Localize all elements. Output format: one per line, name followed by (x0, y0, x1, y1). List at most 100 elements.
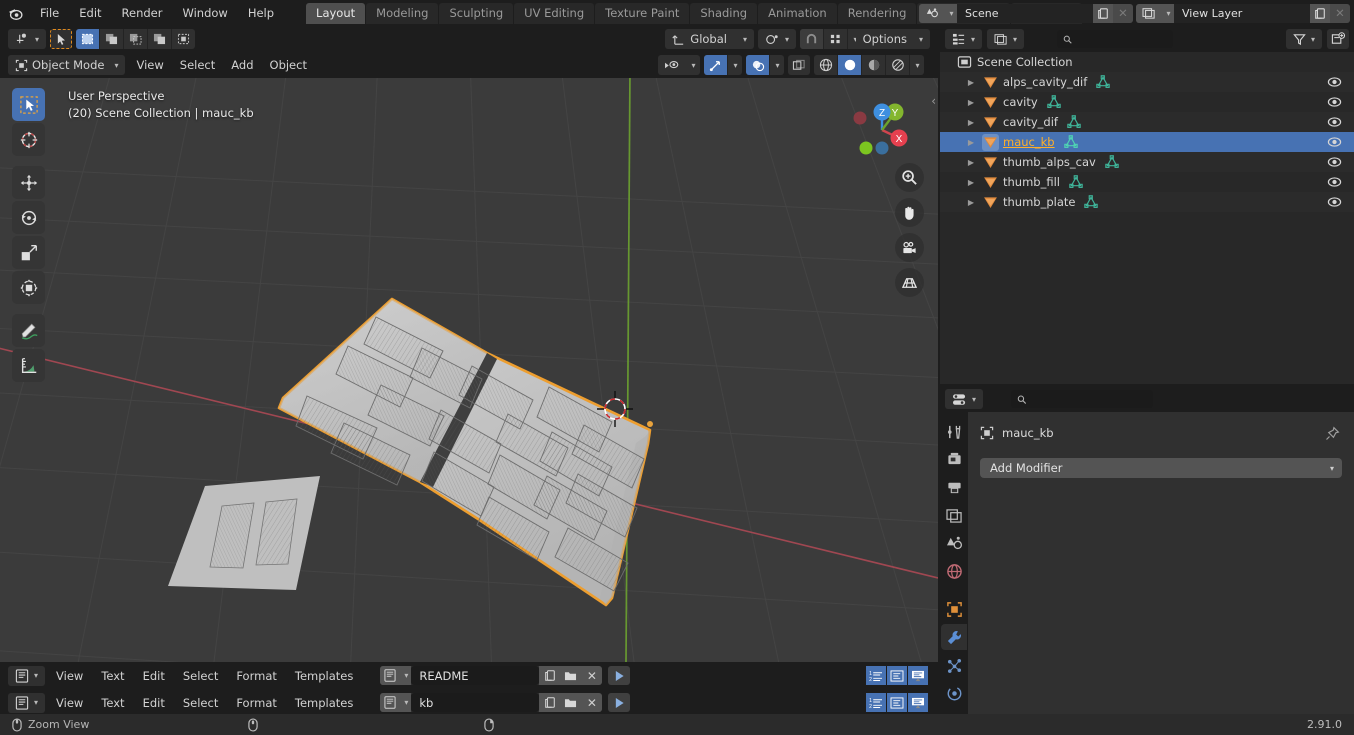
top-menu-edit[interactable]: Edit (69, 0, 111, 26)
text-filename-field-2[interactable]: kb (411, 693, 540, 712)
text-editor-1-menu-format[interactable]: Format (227, 666, 286, 686)
text-editor-2-menu-text[interactable]: Text (92, 693, 133, 713)
active-tool-icon[interactable]: ▾ (8, 29, 47, 49)
object-tab[interactable] (941, 596, 967, 622)
visibility-eye-icon[interactable] (1327, 116, 1342, 128)
shading-dropdown-chevron[interactable]: ▾ (910, 55, 924, 75)
move-tool[interactable] (12, 166, 45, 199)
workspace-tab-rendering[interactable]: Rendering (837, 2, 917, 24)
new-text-icon-2[interactable] (539, 693, 561, 712)
filter-funnel-icon[interactable]: ▾ (1286, 29, 1323, 49)
text-editor-2-menu-select[interactable]: Select (174, 693, 227, 713)
unlink-scene-button[interactable]: ✕ (1113, 3, 1133, 23)
visibility-dropdown-chevron[interactable]: ▾ (686, 55, 700, 75)
visibility-icon[interactable] (658, 55, 686, 75)
top-menu-help[interactable]: Help (238, 0, 284, 26)
snap-target-icon[interactable] (824, 29, 848, 49)
select-set-icon[interactable] (76, 29, 101, 49)
gizmo-group[interactable]: ▾ (704, 55, 742, 75)
snapping-group[interactable]: ▾ (800, 29, 862, 49)
text-editor-type-dropdown-1[interactable]: ▾ (8, 665, 46, 686)
expand-triangle-icon[interactable]: ▶ (964, 98, 978, 107)
transform-tool[interactable] (12, 271, 45, 304)
visibility-eye-icon[interactable] (1327, 196, 1342, 208)
text-editor-2-menu-templates[interactable]: Templates (286, 693, 362, 713)
measure-tool[interactable] (12, 349, 45, 382)
xray-icon[interactable] (788, 55, 810, 75)
text-editor-1-menu-select[interactable]: Select (174, 666, 227, 686)
unlink-text-icon-1[interactable]: ✕ (581, 666, 603, 685)
annotate-tool[interactable] (12, 314, 45, 347)
rotate-tool[interactable] (12, 201, 45, 234)
viewport-menu-select[interactable]: Select (173, 55, 222, 75)
open-text-icon-2[interactable] (560, 693, 582, 712)
new-text-icon-1[interactable] (539, 666, 561, 685)
top-menu-window[interactable]: Window (172, 0, 237, 26)
new-collection-icon[interactable] (1327, 29, 1350, 49)
mesh-data-icon[interactable] (1063, 134, 1079, 150)
line-numbers-icon-2[interactable]: 12 (866, 693, 886, 712)
modifier-tab[interactable] (941, 624, 967, 650)
pin-icon[interactable] (1325, 426, 1340, 441)
text-editor-1-menu-text[interactable]: Text (92, 666, 133, 686)
options-dropdown[interactable]: Options ▾ (855, 29, 930, 49)
outliner-search-input[interactable] (1057, 30, 1173, 48)
text-filename-field-1[interactable]: README (411, 666, 540, 685)
select-subtract-icon[interactable] (124, 29, 149, 49)
shading-rendered-icon[interactable] (886, 55, 910, 75)
scene-name-field[interactable]: Scene (957, 3, 1093, 23)
select-intersect-icon[interactable] (172, 29, 195, 49)
mesh-data-icon[interactable] (1104, 154, 1120, 170)
magnet-icon[interactable] (800, 29, 824, 49)
select-invert-icon[interactable] (148, 29, 173, 49)
render-tab[interactable] (941, 446, 967, 472)
scene-selector[interactable]: ▾ Scene ✕ (919, 3, 1133, 23)
new-scene-button[interactable] (1093, 3, 1113, 23)
scale-tool[interactable] (12, 236, 45, 269)
workspace-tab-layout[interactable]: Layout (306, 2, 366, 24)
workspace-tab-texture-paint[interactable]: Texture Paint (595, 2, 690, 24)
visibility-eye-icon[interactable] (1327, 176, 1342, 188)
workspace-tab-modeling[interactable]: Modeling (366, 2, 439, 24)
properties-search-field[interactable] (1031, 391, 1148, 407)
outliner-display-mode-dropdown[interactable]: ▾ (945, 29, 983, 49)
line-numbers-icon-1[interactable]: 12 (866, 666, 886, 685)
workspace-tab-sculpting[interactable]: Sculpting (439, 2, 514, 24)
outliner-search-field[interactable] (1077, 31, 1167, 47)
select-mode-group[interactable] (76, 29, 196, 49)
cursor-tool[interactable] (12, 123, 45, 156)
view-layer-tab[interactable] (941, 502, 967, 528)
outliner-root-row[interactable]: Scene Collection (940, 52, 1354, 72)
new-view-layer-button[interactable] (1310, 3, 1330, 23)
shading-wireframe-icon[interactable] (814, 55, 838, 75)
text-datablock-chevron-1[interactable]: ▾ (400, 666, 412, 685)
mesh-data-icon[interactable] (1083, 194, 1099, 210)
expand-triangle-icon[interactable]: ▶ (964, 198, 978, 207)
visibility-eye-icon[interactable] (1327, 136, 1342, 148)
pan-hand-icon[interactable] (895, 198, 924, 227)
tool-tab[interactable] (941, 418, 967, 444)
outliner-row[interactable]: ▶ thumb_alps_cav (940, 152, 1354, 172)
text-editor-type-dropdown-2[interactable]: ▾ (8, 692, 46, 713)
syntax-highlight-icon-1[interactable] (908, 666, 928, 685)
tweak-select-box-tool[interactable] (12, 88, 45, 121)
viewport-menu-add[interactable]: Add (224, 55, 260, 75)
grid-ortho-icon[interactable] (895, 268, 924, 297)
viewport-menu-view[interactable]: View (129, 55, 170, 75)
mesh-data-icon[interactable] (1046, 94, 1062, 110)
workspace-tab-animation[interactable]: Animation (758, 2, 837, 24)
3d-viewport[interactable]: User Perspective (20) Scene Collection |… (0, 78, 938, 662)
scene-tab[interactable] (941, 530, 967, 556)
text-editor-2-menu-edit[interactable]: Edit (134, 693, 174, 713)
select-extend-icon[interactable] (100, 29, 125, 49)
text-editor-2-menu-format[interactable]: Format (227, 693, 286, 713)
unlink-text-icon-2[interactable]: ✕ (581, 693, 603, 712)
scene-dropdown-chevron[interactable]: ▾ (945, 3, 957, 23)
workspace-tab-shading[interactable]: Shading (690, 2, 758, 24)
expand-triangle-icon[interactable]: ▶ (964, 118, 978, 127)
workspace-tab-uv-editing[interactable]: UV Editing (514, 2, 595, 24)
outliner-row[interactable]: ▶ thumb_fill (940, 172, 1354, 192)
properties-search-input[interactable] (1011, 390, 1154, 408)
shading-modes-group[interactable]: ▾ (814, 55, 924, 75)
object-visibility-group[interactable]: ▾ (658, 55, 700, 75)
